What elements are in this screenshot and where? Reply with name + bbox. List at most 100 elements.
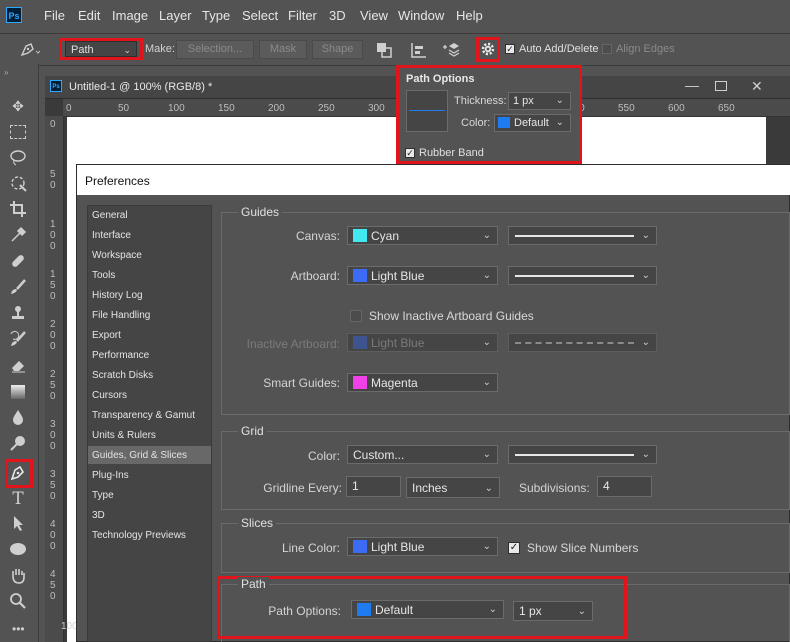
document-title: Untitled-1 @ 100% (RGB/8) * bbox=[69, 81, 213, 93]
menu-select[interactable]: Select bbox=[242, 8, 278, 23]
canvas-guide-style-dropdown[interactable]: ⌄ bbox=[508, 226, 657, 245]
show-inactive-artboard-guides-checkbox[interactable] bbox=[350, 310, 362, 322]
rubber-band-label: Rubber Band bbox=[419, 147, 484, 159]
ruler-v-tick: 1 0 0 bbox=[50, 219, 56, 252]
category-technology-previews[interactable]: Technology Previews bbox=[92, 530, 186, 541]
path-options-thickness-value: 1 px bbox=[519, 604, 542, 618]
category-history-log[interactable]: History Log bbox=[92, 290, 143, 301]
make-mask-button[interactable]: Mask bbox=[259, 40, 307, 59]
menu-type[interactable]: Type bbox=[202, 8, 230, 23]
grid-group bbox=[221, 431, 790, 510]
ellipse-tool-icon[interactable] bbox=[8, 540, 28, 560]
menu-edit[interactable]: Edit bbox=[78, 8, 100, 23]
menu-file[interactable]: File bbox=[44, 8, 65, 23]
menu-filter[interactable]: Filter bbox=[288, 8, 317, 23]
quick-selection-tool-icon[interactable] bbox=[8, 174, 28, 194]
category-transparency-gamut[interactable]: Transparency & Gamut bbox=[92, 410, 195, 421]
inactive-artboard-color-dropdown[interactable]: Light Blue ⌄ bbox=[347, 333, 498, 352]
path-options-thickness-dropdown[interactable]: 1 px ⌄ bbox=[513, 601, 593, 621]
grid-units-dropdown[interactable]: Inches ⌄ bbox=[406, 477, 500, 498]
category-guides-grid-slices[interactable]: Guides, Grid & Slices bbox=[92, 450, 187, 461]
menu-image[interactable]: Image bbox=[112, 8, 148, 23]
menu-help[interactable]: Help bbox=[456, 8, 483, 23]
artboard-guide-style-dropdown[interactable]: ⌄ bbox=[508, 266, 657, 285]
category-cursors[interactable]: Cursors bbox=[92, 390, 127, 401]
grid-style-dropdown[interactable]: ⌄ bbox=[508, 445, 657, 464]
category-type[interactable]: Type bbox=[92, 490, 114, 501]
minimize-icon[interactable]: — bbox=[685, 77, 699, 93]
eraser-tool-icon[interactable] bbox=[8, 356, 28, 376]
move-tool-icon[interactable]: ✥ bbox=[8, 96, 28, 116]
tool-mode-dropdown[interactable]: Path ⌄ bbox=[65, 41, 137, 57]
marquee-tool-icon[interactable] bbox=[8, 122, 28, 142]
smart-guides-color-value: Magenta bbox=[371, 376, 418, 390]
slice-line-color-dropdown[interactable]: Light Blue ⌄ bbox=[347, 537, 498, 556]
gear-icon[interactable] bbox=[480, 41, 496, 57]
path-color-dropdown[interactable]: Default ⌄ bbox=[494, 114, 571, 132]
path-options-color-value: Default bbox=[375, 603, 414, 617]
category-export[interactable]: Export bbox=[92, 330, 121, 341]
inactive-artboard-style-dropdown[interactable]: ⌄ bbox=[508, 333, 657, 352]
thickness-value: 1 px bbox=[513, 95, 534, 107]
grid-color-dropdown[interactable]: Custom... ⌄ bbox=[347, 445, 498, 464]
type-tool-icon[interactable]: T bbox=[8, 489, 28, 509]
crop-tool-icon[interactable] bbox=[8, 200, 28, 220]
menu-3d[interactable]: 3D bbox=[329, 8, 346, 23]
pen-tool-icon[interactable] bbox=[8, 463, 28, 483]
smart-guides-color-dropdown[interactable]: Magenta ⌄ bbox=[347, 373, 498, 392]
hand-tool-icon[interactable] bbox=[8, 566, 28, 586]
eyedropper-tool-icon[interactable] bbox=[8, 226, 28, 246]
gradient-tool-icon[interactable] bbox=[8, 382, 28, 402]
rubber-band-checkbox[interactable]: ✓ bbox=[405, 148, 415, 158]
brush-tool-icon[interactable] bbox=[8, 278, 28, 298]
category-file-handling[interactable]: File Handling bbox=[92, 310, 150, 321]
canvas-guide-color-dropdown[interactable]: Cyan ⌄ bbox=[347, 226, 498, 245]
subdivisions-input[interactable]: 4 bbox=[597, 476, 652, 497]
lasso-tool-icon[interactable] bbox=[8, 148, 28, 168]
path-selection-tool-icon[interactable] bbox=[8, 514, 28, 534]
path-arrangement-icon[interactable] bbox=[441, 40, 461, 58]
menu-view[interactable]: View bbox=[360, 8, 388, 23]
pen-tool-preset-icon[interactable] bbox=[18, 40, 40, 58]
zoom-tool-icon[interactable] bbox=[8, 592, 28, 612]
blur-tool-icon[interactable] bbox=[8, 408, 28, 428]
history-brush-tool-icon[interactable] bbox=[8, 330, 28, 350]
light-blue-swatch bbox=[353, 540, 367, 553]
show-slice-numbers-checkbox[interactable]: ✓ bbox=[508, 542, 520, 554]
menu-layer[interactable]: Layer bbox=[159, 8, 192, 23]
chevron-down-icon: ⌄ bbox=[555, 117, 564, 128]
make-selection-button[interactable]: Selection... bbox=[176, 40, 254, 59]
category-3d[interactable]: 3D bbox=[92, 510, 105, 521]
gridline-every-input[interactable]: 1 bbox=[346, 476, 401, 497]
close-document-icon[interactable]: ✕ bbox=[751, 78, 763, 95]
thickness-dropdown[interactable]: 1 px ⌄ bbox=[508, 92, 571, 110]
maximize-icon[interactable] bbox=[715, 81, 727, 91]
path-options-color-dropdown[interactable]: Default ⌄ bbox=[351, 600, 504, 619]
path-operations-icon[interactable] bbox=[375, 41, 393, 59]
ruler-v-tick: 3 0 0 bbox=[50, 419, 56, 452]
canvas-guide-color-value: Cyan bbox=[371, 229, 400, 243]
menu-window[interactable]: Window bbox=[398, 8, 444, 23]
healing-brush-tool-icon[interactable] bbox=[8, 252, 28, 272]
path-title: Path bbox=[238, 577, 269, 591]
photoshop-logo: Ps bbox=[6, 7, 22, 23]
category-interface[interactable]: Interface bbox=[92, 230, 131, 241]
category-scratch-disks[interactable]: Scratch Disks bbox=[92, 370, 153, 381]
ruler-v-tick: 2 5 0 bbox=[50, 369, 56, 402]
category-units-rulers[interactable]: Units & Rulers bbox=[92, 430, 156, 441]
more-tools-icon[interactable]: ••• bbox=[12, 622, 25, 636]
category-plug-ins[interactable]: Plug-Ins bbox=[92, 470, 129, 481]
collapse-panel-icon[interactable]: » bbox=[4, 68, 8, 77]
clone-stamp-tool-icon[interactable] bbox=[8, 304, 28, 324]
path-alignment-icon[interactable] bbox=[410, 41, 428, 59]
auto-add-delete-checkbox[interactable]: ✓ bbox=[505, 44, 515, 54]
category-tools[interactable]: Tools bbox=[92, 270, 115, 281]
category-workspace[interactable]: Workspace bbox=[92, 250, 142, 261]
make-shape-button[interactable]: Shape bbox=[312, 40, 363, 59]
category-general[interactable]: General bbox=[92, 210, 128, 221]
magenta-swatch bbox=[353, 376, 367, 389]
align-edges-checkbox[interactable] bbox=[602, 44, 612, 54]
dodge-tool-icon[interactable] bbox=[8, 434, 28, 454]
artboard-guide-color-dropdown[interactable]: Light Blue ⌄ bbox=[347, 266, 498, 285]
category-performance[interactable]: Performance bbox=[92, 350, 149, 361]
